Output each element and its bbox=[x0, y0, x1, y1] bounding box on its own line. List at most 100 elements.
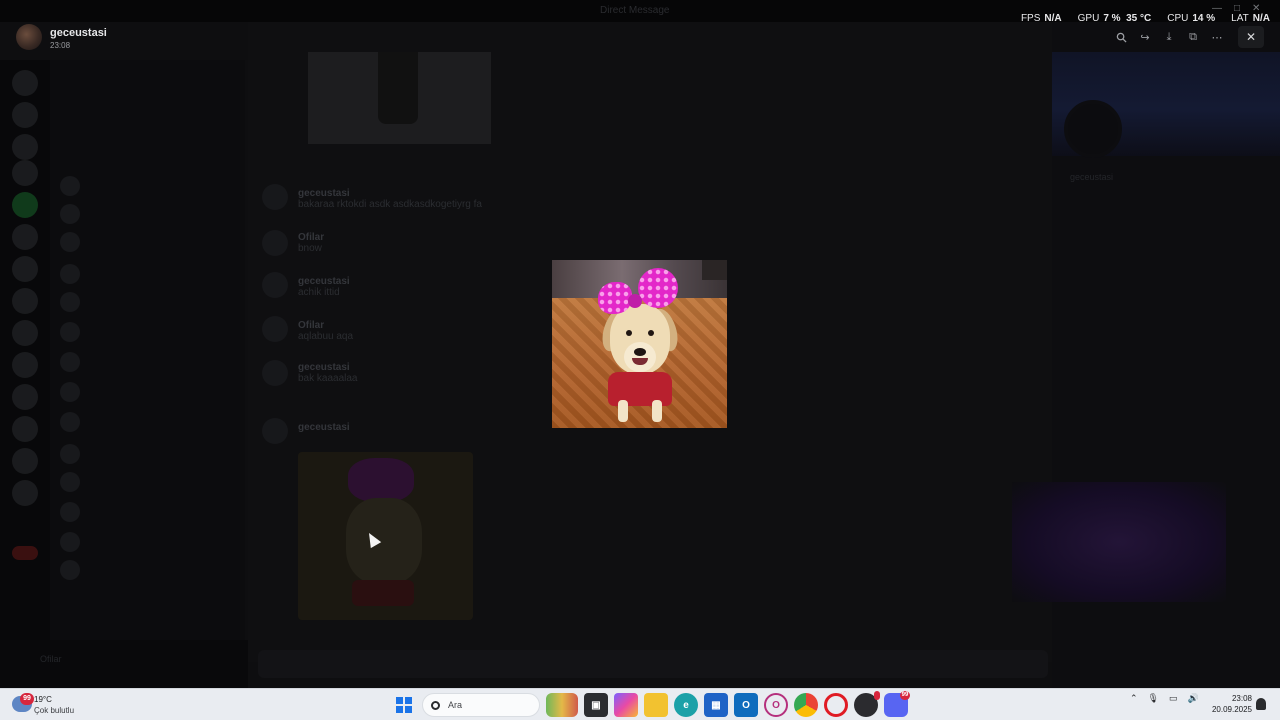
dm-avatar[interactable] bbox=[60, 472, 80, 492]
server-icon[interactable] bbox=[12, 102, 38, 128]
maximize-icon[interactable]: □ bbox=[1234, 3, 1240, 14]
dm-avatar[interactable] bbox=[60, 412, 80, 432]
bow-left bbox=[598, 282, 632, 314]
dog-figure bbox=[597, 268, 683, 426]
close-viewer-button[interactable]: ✕ bbox=[1238, 26, 1264, 48]
minimize-icon[interactable]: — bbox=[1212, 3, 1222, 14]
zoom-icon[interactable] bbox=[1112, 28, 1130, 46]
profile-panel: geceustasi bbox=[1012, 22, 1280, 688]
performance-overlay: FPS N/A GPU 7 % 35 °C CPU 14 % LAT N/A bbox=[1021, 13, 1270, 24]
dm-avatar[interactable] bbox=[60, 444, 80, 464]
opera-icon[interactable] bbox=[824, 693, 848, 717]
message-composer[interactable] bbox=[258, 650, 1048, 678]
message-image-thumbnail[interactable] bbox=[298, 452, 473, 620]
dm-avatar[interactable] bbox=[60, 560, 80, 580]
file-explorer-icon[interactable] bbox=[644, 693, 668, 717]
server-icon[interactable] bbox=[12, 416, 38, 442]
download-icon[interactable]: ⤓ bbox=[1160, 28, 1178, 46]
message-image-attachment[interactable] bbox=[308, 52, 491, 144]
dm-avatar[interactable] bbox=[60, 322, 80, 342]
dm-avatar[interactable] bbox=[60, 264, 80, 284]
weather-badge: 99 bbox=[20, 693, 34, 705]
message-avatar[interactable] bbox=[262, 360, 288, 386]
discord-icon[interactable]: 99 bbox=[884, 691, 910, 717]
profile-name: geceustasi bbox=[1070, 172, 1114, 182]
server-icon[interactable] bbox=[12, 288, 38, 314]
server-icon[interactable] bbox=[12, 70, 38, 96]
volume-icon[interactable]: 🔊 bbox=[1188, 693, 1199, 704]
network-icon[interactable]: ▭ bbox=[1169, 693, 1178, 704]
message: geceustasi bakaraa rktokdi asdk asdkasdko… bbox=[298, 188, 482, 210]
forward-icon[interactable]: ↪ bbox=[1136, 28, 1154, 46]
task-view-icon[interactable]: ▣ bbox=[584, 693, 608, 717]
bow-knot bbox=[628, 294, 642, 308]
store-icon[interactable]: ▦ bbox=[704, 693, 728, 717]
chrome-icon[interactable] bbox=[794, 693, 818, 717]
microphone-icon[interactable]: 🎙 bbox=[1148, 693, 1159, 704]
dm-avatar[interactable] bbox=[60, 382, 80, 402]
chevron-up-icon[interactable]: ⌃ bbox=[1130, 693, 1138, 704]
app-icon[interactable] bbox=[854, 691, 880, 717]
taskbar: 99 19°C Çok bulutlu Ara ▣ e ▦ O O 99 ⌃ 🎙… bbox=[0, 688, 1280, 720]
open-external-icon[interactable]: ⧉ bbox=[1184, 28, 1202, 46]
dm-avatar[interactable] bbox=[60, 204, 80, 224]
server-icon[interactable] bbox=[12, 546, 38, 560]
cpu-readout: CPU 14 % bbox=[1167, 13, 1216, 24]
dm-avatar[interactable] bbox=[60, 532, 80, 552]
server-icon[interactable] bbox=[12, 352, 38, 378]
widgets-icon[interactable] bbox=[546, 693, 578, 717]
window-title: Direct Message bbox=[600, 5, 670, 16]
clock[interactable]: 23:08 20.09.2025 bbox=[1208, 693, 1252, 715]
profile-decoration bbox=[1012, 482, 1226, 602]
profile-avatar[interactable] bbox=[1064, 100, 1122, 158]
image-viewer-toolbar: ↪ ⤓ ⧉ ⋯ bbox=[1108, 27, 1230, 47]
fps-readout: FPS N/A bbox=[1020, 13, 1062, 24]
bow-right bbox=[638, 268, 678, 308]
weather-desc: Çok bulutlu bbox=[34, 706, 75, 715]
weather-temp: 19°C bbox=[34, 695, 52, 704]
message-avatar[interactable] bbox=[262, 272, 288, 298]
server-icon[interactable] bbox=[12, 160, 38, 186]
edge-icon[interactable]: e bbox=[674, 693, 698, 717]
user-bar-name: Ofilar bbox=[40, 654, 62, 664]
taskbar-search[interactable]: Ara bbox=[422, 693, 540, 717]
server-icon[interactable] bbox=[12, 134, 38, 160]
outlook-icon[interactable]: O bbox=[734, 693, 758, 717]
user-bar: Ofilar bbox=[0, 640, 248, 688]
more-icon[interactable]: ⋯ bbox=[1208, 28, 1226, 46]
server-icon[interactable] bbox=[12, 448, 38, 474]
server-icon[interactable] bbox=[12, 224, 38, 250]
copilot-icon[interactable] bbox=[614, 693, 638, 717]
window-close-icon[interactable]: ✕ bbox=[1252, 3, 1260, 14]
message: geceustasi bbox=[298, 422, 350, 433]
dm-avatar[interactable] bbox=[60, 232, 80, 252]
search-icon bbox=[431, 700, 440, 710]
uploader-avatar[interactable] bbox=[16, 24, 42, 50]
image-preview[interactable] bbox=[552, 260, 727, 428]
message-avatar[interactable] bbox=[262, 316, 288, 342]
start-button[interactable] bbox=[392, 693, 416, 717]
gpu-readout: GPU 7 % 35 °C bbox=[1077, 13, 1152, 24]
message: geceustasi bak kaaaalaa bbox=[298, 362, 358, 384]
clock-date: 20.09.2025 bbox=[1211, 705, 1252, 714]
server-list bbox=[0, 60, 50, 640]
notification-icon[interactable] bbox=[1256, 698, 1266, 710]
dm-avatar[interactable] bbox=[60, 352, 80, 372]
server-icon[interactable] bbox=[12, 480, 38, 506]
dm-avatar[interactable] bbox=[60, 292, 80, 312]
message-avatar[interactable] bbox=[262, 230, 288, 256]
message-avatar[interactable] bbox=[262, 418, 288, 444]
server-icon[interactable] bbox=[12, 320, 38, 346]
opera-gx-icon[interactable]: O bbox=[764, 693, 788, 717]
window-controls: — □ ✕ bbox=[1212, 3, 1260, 14]
dm-avatar[interactable] bbox=[60, 176, 80, 196]
weather-widget[interactable]: 99 19°C Çok bulutlu bbox=[8, 693, 128, 717]
dm-avatar[interactable] bbox=[60, 502, 80, 522]
server-icon[interactable] bbox=[12, 384, 38, 410]
server-icon[interactable] bbox=[12, 256, 38, 282]
server-icon[interactable] bbox=[12, 192, 38, 218]
message-avatar[interactable] bbox=[262, 184, 288, 210]
lat-readout: LAT N/A bbox=[1231, 13, 1270, 24]
upload-time: 23:08 bbox=[50, 41, 71, 50]
dm-list bbox=[50, 60, 245, 688]
